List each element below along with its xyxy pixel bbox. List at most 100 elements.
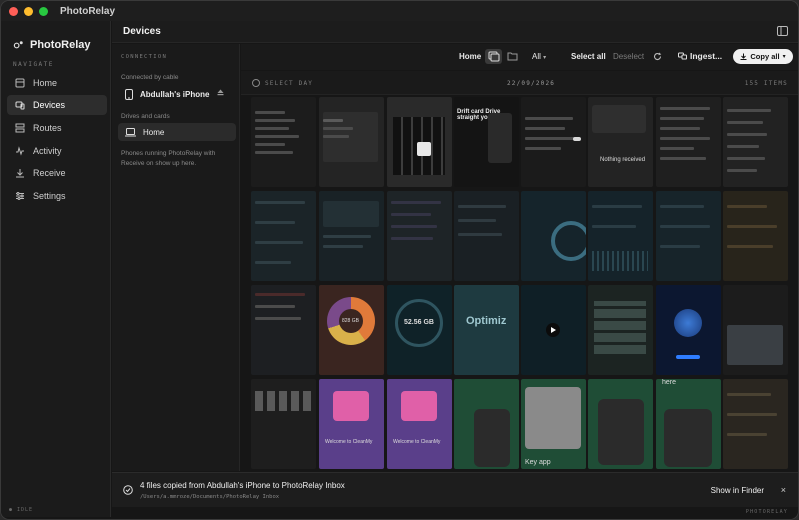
footer-brand: PHOTORELAY xyxy=(745,509,788,515)
thumbnail[interactable]: Nothing received xyxy=(588,97,653,187)
sidebar-item-label: Settings xyxy=(33,191,66,201)
refresh-icon[interactable] xyxy=(653,52,662,61)
view-folder-button[interactable] xyxy=(504,49,521,64)
thumbnail[interactable] xyxy=(521,191,586,281)
connection-panel: CONNECTION Connected by cable Abdullah's… xyxy=(112,44,240,471)
thumbnail[interactable] xyxy=(387,191,452,281)
thumbnail[interactable] xyxy=(656,191,721,281)
close-icon[interactable]: × xyxy=(781,485,786,495)
thumbnail[interactable] xyxy=(656,285,721,375)
tile-text: Nothing received xyxy=(600,157,646,163)
thumbnail[interactable] xyxy=(319,97,384,187)
thumbnail[interactable] xyxy=(521,285,586,375)
show-in-finder-button[interactable]: Show in Finder xyxy=(711,486,764,495)
deselect-button[interactable]: Deselect xyxy=(613,52,644,61)
sidebar-item-routes[interactable]: Routes xyxy=(7,118,107,138)
footer: PHOTORELAY xyxy=(112,507,798,519)
thumbnail[interactable] xyxy=(251,285,316,375)
settings-icon xyxy=(16,192,24,200)
thumbnail[interactable] xyxy=(251,191,316,281)
minimize-window-button[interactable] xyxy=(24,6,33,16)
copy-notification: 4 files copied from Abdullah's iPhone to… xyxy=(112,472,798,507)
select-day-label[interactable]: SELECT DAY xyxy=(265,80,313,87)
download-icon xyxy=(740,53,747,60)
thumbnail[interactable] xyxy=(656,97,721,187)
thumbnail[interactable] xyxy=(251,97,316,187)
zoom-window-button[interactable] xyxy=(39,6,48,16)
thumbnail[interactable] xyxy=(387,97,452,187)
thumbnail[interactable]: Drift card Drive straight you brush. xyxy=(454,97,519,187)
chevron-down-icon: ▾ xyxy=(543,55,547,61)
play-icon xyxy=(546,323,560,337)
filter-dropdown[interactable]: All ▾ xyxy=(532,52,546,61)
home-icon xyxy=(15,78,25,88)
thumbnail[interactable]: here xyxy=(656,379,721,469)
filter-value: All xyxy=(532,52,541,61)
tile-text: Welcome to CleanMy xyxy=(325,439,373,445)
sidebar-item-label: Home xyxy=(33,78,58,88)
select-day-checkbox[interactable] xyxy=(252,79,260,87)
thumbnail[interactable] xyxy=(319,191,384,281)
sidebar-item-activity[interactable]: Activity xyxy=(7,141,107,161)
sidebar-item-settings[interactable]: Settings xyxy=(7,186,107,206)
day-date: 22/09/2026 xyxy=(507,80,556,87)
sidebar-item-home[interactable]: Home xyxy=(7,73,107,93)
sidebar-item-receive[interactable]: Receive xyxy=(7,163,107,183)
eject-icon[interactable] xyxy=(217,89,224,96)
thumbnail[interactable] xyxy=(454,379,519,469)
sidebar-item-label: Receive xyxy=(33,168,66,178)
page-title: Devices xyxy=(123,26,161,37)
thumbnail[interactable]: Welcome to CleanMy xyxy=(387,379,452,469)
tile-text: Key app xyxy=(525,459,551,466)
helper-text: Phones running PhotoRelay with Receive o… xyxy=(121,150,216,167)
sidebar-item-label: Routes xyxy=(33,123,62,133)
toggle-panel-icon[interactable] xyxy=(777,26,788,36)
thumbnail[interactable]: 52.56 GB xyxy=(387,285,452,375)
window-controls xyxy=(9,6,48,16)
close-window-button[interactable] xyxy=(9,6,18,16)
tile-text: Optimiz xyxy=(466,315,507,327)
copy-all-label: Copy all xyxy=(750,52,780,61)
thumbnail[interactable] xyxy=(588,191,653,281)
thumbnail[interactable] xyxy=(723,285,788,375)
tile-text: 828 GB xyxy=(342,318,359,324)
tile-text: 52.56 GB xyxy=(404,319,434,326)
drive-home[interactable]: Home xyxy=(118,123,236,141)
thumbnail[interactable] xyxy=(588,379,653,469)
thumbnail[interactable] xyxy=(521,97,586,187)
thumbnail[interactable] xyxy=(723,191,788,281)
status-indicator: ● IDLE xyxy=(9,507,34,513)
sidebar-item-label: Devices xyxy=(33,100,66,110)
thumbnail[interactable]: Welcome to CleanMy xyxy=(319,379,384,469)
phone-icon xyxy=(125,88,133,100)
brand-name: PhotoRelay xyxy=(30,39,91,51)
thumbnail[interactable] xyxy=(723,379,788,469)
select-all-button[interactable]: Select all xyxy=(571,52,606,61)
check-circle-icon xyxy=(123,485,133,495)
item-count: 155 ITEMS xyxy=(744,80,788,87)
thumbnail[interactable]: Key app xyxy=(521,379,586,469)
thumbnail[interactable]: 828 GB xyxy=(319,285,384,375)
view-grid-button[interactable] xyxy=(485,49,502,64)
cable-label: Connected by cable xyxy=(121,74,179,81)
page-header: Devices xyxy=(112,21,798,43)
chevron-down-icon: ▾ xyxy=(782,54,786,60)
copy-all-button[interactable]: Copy all ▾ xyxy=(733,49,793,64)
thumbnail[interactable] xyxy=(588,285,653,375)
title-bar: PhotoRelay xyxy=(1,1,798,21)
brand: PhotoRelay xyxy=(13,39,91,51)
sidebar-item-devices[interactable]: Devices xyxy=(7,95,107,115)
nav-section-label: NAVIGATE xyxy=(13,61,54,68)
ingest-button[interactable]: Ingest... xyxy=(678,51,722,61)
devices-icon xyxy=(15,101,25,110)
laptop-icon xyxy=(125,127,136,136)
sidebar-item-label: Activity xyxy=(33,146,62,156)
device-name: Abdullah's iPhone xyxy=(140,89,210,99)
thumbnail[interactable]: Optimiz xyxy=(454,285,519,375)
ingest-label: Ingest... xyxy=(690,51,723,61)
thumbnail[interactable] xyxy=(454,191,519,281)
thumbnail-grid: Drift card Drive straight you brush. Not… xyxy=(251,97,789,471)
thumbnail[interactable] xyxy=(251,379,316,469)
thumbnail[interactable] xyxy=(723,97,788,187)
device-iphone[interactable]: Abdullah's iPhone xyxy=(118,85,236,103)
